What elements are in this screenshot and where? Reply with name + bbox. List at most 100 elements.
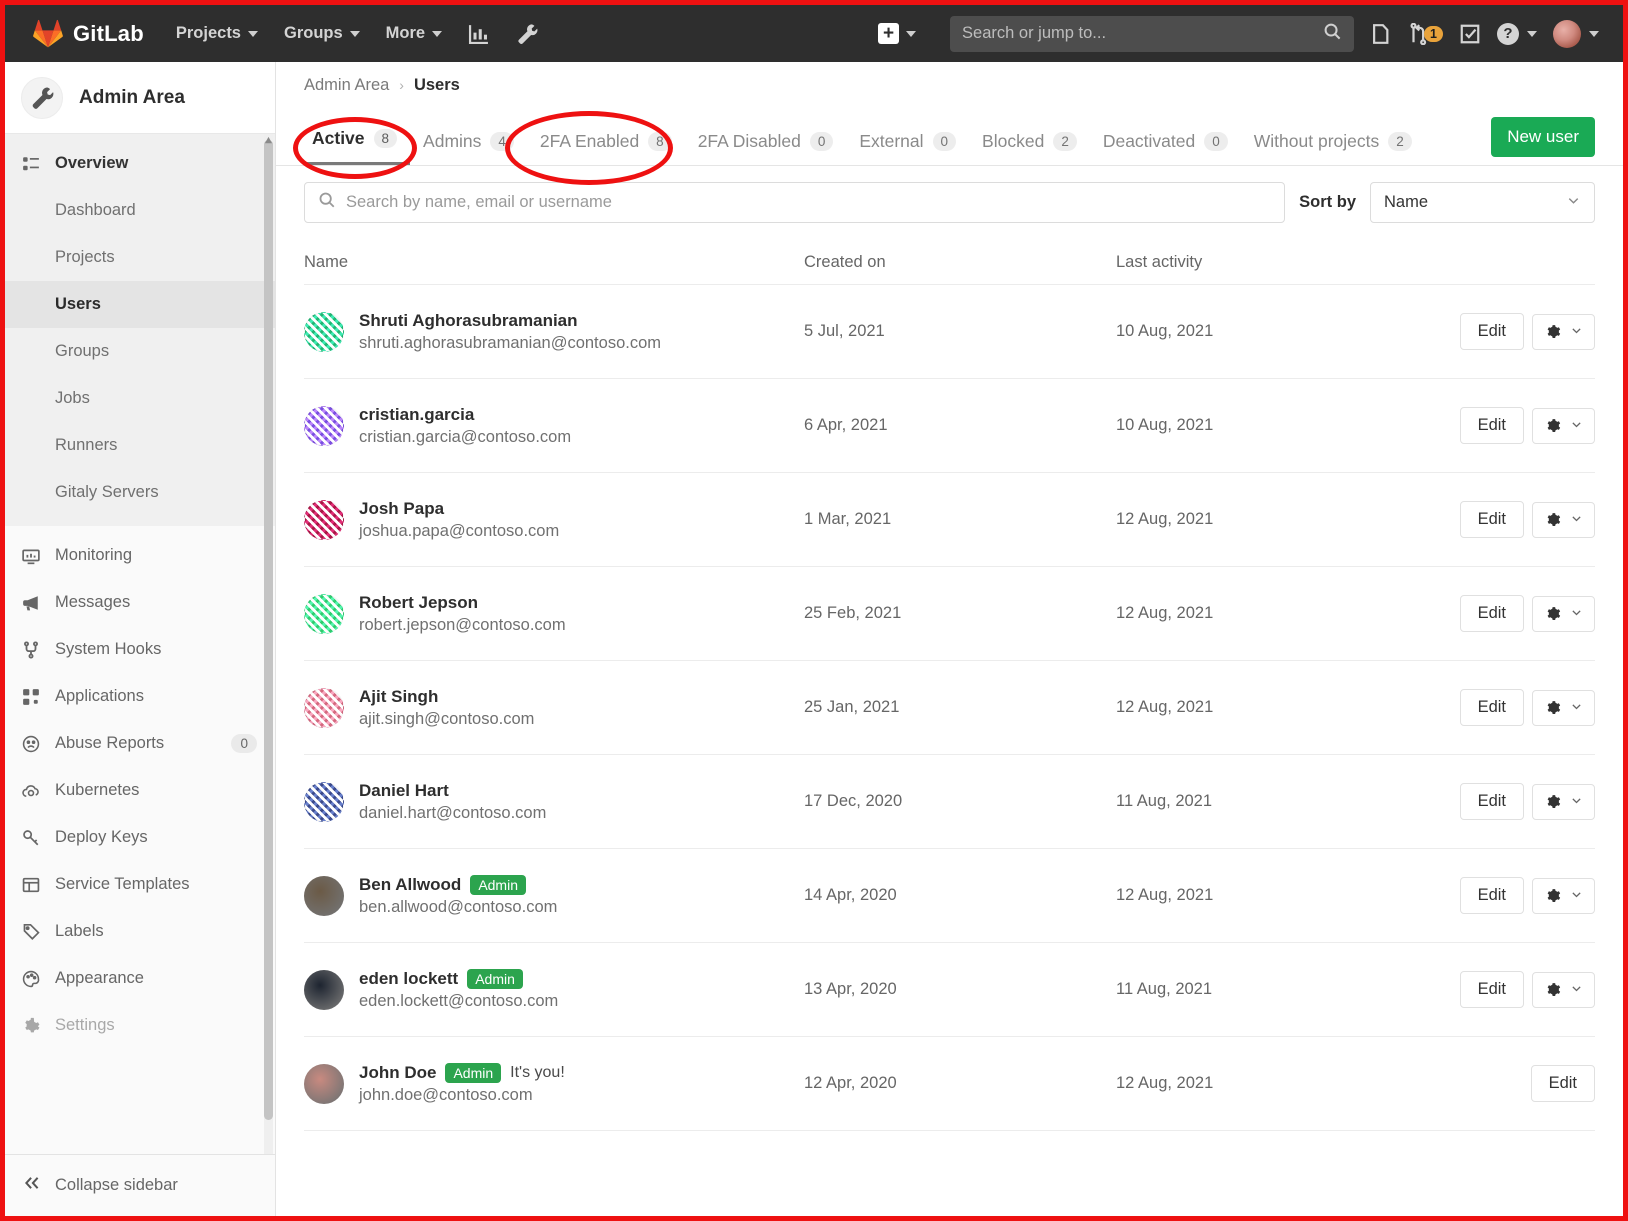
sidebar-item-messages[interactable]: Messages bbox=[5, 579, 275, 626]
collapse-sidebar-button[interactable]: Collapse sidebar bbox=[5, 1154, 275, 1216]
user-menu[interactable] bbox=[1553, 19, 1599, 48]
sidebar-item-abuse-reports[interactable]: Abuse Reports 0 bbox=[5, 720, 275, 767]
sidebar-item-dashboard[interactable]: Dashboard bbox=[5, 187, 275, 234]
user-name-link[interactable]: Daniel Hart bbox=[359, 781, 449, 801]
table-row: Ben Allwood Admin ben.allwood@contoso.com 1… bbox=[304, 849, 1595, 943]
edit-button[interactable]: Edit bbox=[1459, 783, 1524, 820]
tab-2fa-disabled-label: 2FA Disabled bbox=[697, 131, 801, 151]
new-item-dropdown[interactable]: + bbox=[878, 23, 917, 44]
tab-admins[interactable]: Admins 4 bbox=[410, 131, 527, 165]
avatar[interactable] bbox=[304, 405, 344, 446]
avatar[interactable] bbox=[304, 311, 344, 352]
user-name-link[interactable]: Shruti Aghorasubramanian bbox=[359, 311, 578, 331]
help-menu[interactable]: ? bbox=[1497, 22, 1537, 45]
tab-without-projects[interactable]: Without projects 2 bbox=[1241, 131, 1425, 165]
issues-icon[interactable] bbox=[1370, 23, 1392, 45]
sidebar-item-service-templates[interactable]: Service Templates bbox=[5, 861, 275, 908]
edit-button[interactable]: Edit bbox=[1459, 877, 1524, 914]
row-actions: Edit bbox=[1530, 1065, 1595, 1102]
row-settings-dropdown-button[interactable] bbox=[1532, 689, 1595, 726]
breadcrumb-admin-area[interactable]: Admin Area bbox=[304, 76, 389, 95]
avatar[interactable] bbox=[304, 499, 344, 540]
sidebar-item-groups[interactable]: Groups bbox=[5, 328, 275, 375]
user-name-link[interactable]: eden lockett bbox=[359, 969, 458, 989]
gitlab-logo-icon[interactable] bbox=[33, 19, 63, 49]
row-settings-dropdown-button[interactable] bbox=[1532, 501, 1595, 538]
table-row: Josh Papa joshua.papa@contoso.com 1 Mar, 2… bbox=[304, 473, 1595, 567]
search-input[interactable] bbox=[346, 193, 1272, 212]
sort-by-label: Sort by bbox=[1299, 193, 1356, 211]
tab-blocked-label: Blocked bbox=[982, 131, 1045, 151]
tab-active[interactable]: Active 8 bbox=[304, 128, 411, 165]
todos-icon[interactable] bbox=[1459, 23, 1481, 45]
sidebar-item-appearance[interactable]: Appearance bbox=[5, 955, 275, 1002]
sidebar-item-labels[interactable]: Labels bbox=[5, 908, 275, 955]
row-settings-dropdown-button[interactable] bbox=[1532, 783, 1595, 820]
edit-button[interactable]: Edit bbox=[1530, 1065, 1595, 1102]
sidebar-item-kubernetes[interactable]: Kubernetes bbox=[5, 767, 275, 814]
tab-deactivated[interactable]: Deactivated 0 bbox=[1090, 131, 1241, 165]
sidebar-scrollbar-thumb[interactable] bbox=[264, 140, 273, 1120]
nav-groups[interactable]: Groups bbox=[284, 24, 360, 43]
user-text-block: Robert Jepson robert.jepson@contoso.com bbox=[359, 593, 566, 635]
edit-button[interactable]: Edit bbox=[1459, 407, 1524, 444]
sidebar-abuse-reports-label: Abuse Reports bbox=[55, 734, 165, 752]
new-user-button[interactable]: New user bbox=[1491, 117, 1595, 157]
row-settings-dropdown-button[interactable] bbox=[1532, 877, 1595, 914]
sidebar-item-gitaly-servers[interactable]: Gitaly Servers bbox=[5, 469, 275, 516]
plus-icon: + bbox=[878, 23, 900, 44]
nav-groups-label: Groups bbox=[284, 24, 343, 42]
sidebar-item-deploy-keys[interactable]: Deploy Keys bbox=[5, 814, 275, 861]
sidebar-item-projects[interactable]: Projects bbox=[5, 234, 275, 281]
sidebar-item-settings[interactable]: Settings bbox=[5, 1002, 275, 1049]
edit-button[interactable]: Edit bbox=[1459, 971, 1524, 1008]
edit-button[interactable]: Edit bbox=[1459, 689, 1524, 726]
edit-button[interactable]: Edit bbox=[1459, 313, 1524, 350]
tab-external[interactable]: External 0 bbox=[846, 131, 969, 165]
edit-button[interactable]: Edit bbox=[1459, 595, 1524, 632]
top-nav-right-group: + Search or jump to... 1 ? bbox=[878, 15, 1609, 52]
avatar[interactable] bbox=[304, 875, 344, 916]
user-name-link[interactable]: Robert Jepson bbox=[359, 593, 478, 613]
tab-blocked[interactable]: Blocked 2 bbox=[969, 131, 1090, 165]
row-settings-dropdown-button[interactable] bbox=[1532, 595, 1595, 632]
sidebar-item-runners[interactable]: Runners bbox=[5, 422, 275, 469]
row-settings-dropdown-button[interactable] bbox=[1532, 971, 1595, 1008]
admin-wrench-icon[interactable] bbox=[516, 23, 538, 45]
sidebar-item-overview[interactable]: Overview bbox=[5, 140, 275, 187]
analytics-chart-icon[interactable] bbox=[468, 23, 490, 45]
sidebar-item-system-hooks[interactable]: System Hooks bbox=[5, 626, 275, 673]
row-settings-dropdown-button[interactable] bbox=[1532, 313, 1595, 350]
user-name-link[interactable]: Ajit Singh bbox=[359, 687, 438, 707]
sidebar-item-applications[interactable]: Applications bbox=[5, 673, 275, 720]
scroll-up-arrow-icon[interactable] bbox=[264, 134, 273, 146]
sort-by-value: Name bbox=[1384, 193, 1429, 211]
user-search-field[interactable] bbox=[304, 182, 1286, 223]
gear-icon bbox=[21, 1017, 41, 1035]
user-name-link[interactable]: John Doe bbox=[359, 1063, 436, 1083]
user-name-cell: cristian.garcia cristian.garcia@contoso.c… bbox=[304, 405, 804, 447]
tab-2fa-disabled[interactable]: 2FA Disabled 0 bbox=[685, 131, 847, 165]
user-name-link[interactable]: Josh Papa bbox=[359, 499, 444, 519]
edit-button[interactable]: Edit bbox=[1459, 501, 1524, 538]
nav-more[interactable]: More bbox=[386, 24, 443, 43]
global-search-box[interactable]: Search or jump to... bbox=[950, 15, 1355, 52]
sidebar-header[interactable]: Admin Area bbox=[5, 62, 275, 134]
sort-by-dropdown[interactable]: Name bbox=[1370, 182, 1595, 223]
avatar[interactable] bbox=[304, 1063, 344, 1104]
row-settings-dropdown-button[interactable] bbox=[1532, 407, 1595, 444]
user-name-line: Robert Jepson bbox=[359, 593, 566, 613]
avatar[interactable] bbox=[304, 969, 344, 1010]
tab-2fa-enabled[interactable]: 2FA Enabled 8 bbox=[527, 131, 685, 165]
sidebar-item-users[interactable]: Users bbox=[5, 281, 275, 328]
user-name-link[interactable]: cristian.garcia bbox=[359, 405, 474, 425]
merge-requests-icon[interactable]: 1 bbox=[1408, 22, 1443, 45]
nav-projects[interactable]: Projects bbox=[176, 24, 258, 43]
breadcrumb: Admin Area › Users bbox=[276, 62, 1623, 108]
sidebar-item-monitoring[interactable]: Monitoring bbox=[5, 532, 275, 579]
avatar[interactable] bbox=[304, 781, 344, 822]
sidebar-item-jobs[interactable]: Jobs bbox=[5, 375, 275, 422]
user-name-link[interactable]: Ben Allwood bbox=[359, 875, 461, 895]
avatar[interactable] bbox=[304, 687, 344, 728]
avatar[interactable] bbox=[304, 593, 344, 634]
